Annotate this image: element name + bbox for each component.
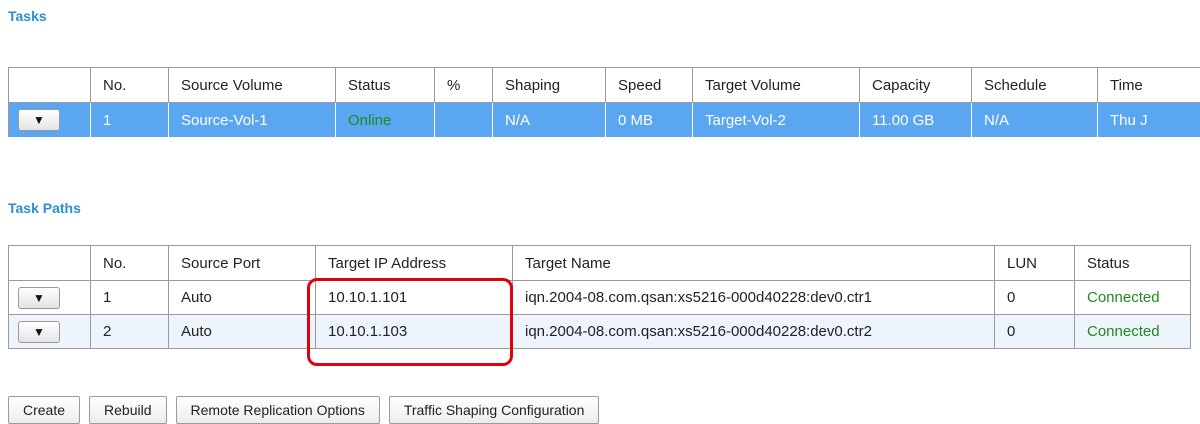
paths-col-source-port[interactable]: Source Port <box>168 245 316 281</box>
tasks-col-no[interactable]: No. <box>90 67 169 103</box>
tasks-col-status[interactable]: Status <box>335 67 435 103</box>
task-speed: 0 MB <box>605 102 693 138</box>
traffic-shaping-configuration-button[interactable]: Traffic Shaping Configuration <box>388 396 600 424</box>
path-target-name: iqn.2004-08.com.qsan:xs5216-000d40228:de… <box>512 314 995 349</box>
path-target-ip: 10.10.1.101 <box>315 280 513 315</box>
tasks-table: No. Source Volume Status % Shaping Speed… <box>8 67 1200 138</box>
remote-replication-options-button[interactable]: Remote Replication Options <box>175 396 380 424</box>
path-no: 1 <box>90 280 169 315</box>
task-percent <box>434 102 493 138</box>
rebuild-button[interactable]: Rebuild <box>89 396 167 424</box>
tasks-col-time[interactable]: Time <box>1097 67 1200 103</box>
row-menu-button[interactable]: ▼ <box>18 286 60 309</box>
triangle-down-icon: ▼ <box>33 324 45 339</box>
path-target-name: iqn.2004-08.com.qsan:xs5216-000d40228:de… <box>512 280 995 315</box>
table-row[interactable]: ▼ 2 Auto 10.10.1.103 iqn.2004-08.com.qsa… <box>8 314 1191 349</box>
tasks-col-capacity[interactable]: Capacity <box>859 67 972 103</box>
table-row[interactable]: ▼ 1 Source-Vol-1 Online N/A 0 MB Target-… <box>8 102 1200 138</box>
tasks-col-percent[interactable]: % <box>434 67 493 103</box>
tasks-section-title: Tasks <box>8 8 47 24</box>
paths-col-lun[interactable]: LUN <box>994 245 1075 281</box>
tasks-col-target-volume[interactable]: Target Volume <box>692 67 860 103</box>
triangle-down-icon: ▼ <box>33 113 45 127</box>
row-menu-button[interactable]: ▼ <box>18 320 60 343</box>
tasks-col-action <box>8 67 91 103</box>
tasks-col-schedule[interactable]: Schedule <box>971 67 1098 103</box>
paths-col-status[interactable]: Status <box>1074 245 1191 281</box>
table-row[interactable]: ▼ 1 Auto 10.10.1.101 iqn.2004-08.com.qsa… <box>8 280 1191 315</box>
tasks-col-source-volume[interactable]: Source Volume <box>168 67 336 103</box>
create-button[interactable]: Create <box>8 396 81 424</box>
tasks-col-speed[interactable]: Speed <box>605 67 693 103</box>
row-menu-button[interactable]: ▼ <box>18 109 60 131</box>
task-status: Online <box>335 102 435 138</box>
path-row-action-cell: ▼ <box>8 314 91 349</box>
path-target-ip: 10.10.1.103 <box>315 314 513 349</box>
path-status: Connected <box>1074 314 1191 349</box>
task-time: Thu J <box>1097 102 1200 138</box>
path-source-port: Auto <box>168 314 316 349</box>
task-schedule: N/A <box>971 102 1098 138</box>
path-lun: 0 <box>994 280 1075 315</box>
paths-col-target-name[interactable]: Target Name <box>512 245 995 281</box>
task-paths-table: No. Source Port Target IP Address Target… <box>8 245 1191 349</box>
task-no: 1 <box>90 102 169 138</box>
task-paths-section-title: Task Paths <box>8 200 81 216</box>
task-target-volume: Target-Vol-2 <box>692 102 860 138</box>
paths-header-row: No. Source Port Target IP Address Target… <box>8 245 1191 281</box>
triangle-down-icon: ▼ <box>33 290 45 305</box>
tasks-col-shaping[interactable]: Shaping <box>492 67 606 103</box>
path-no: 2 <box>90 314 169 349</box>
tasks-header-row: No. Source Volume Status % Shaping Speed… <box>8 67 1200 103</box>
paths-col-action <box>8 245 91 281</box>
task-source-volume: Source-Vol-1 <box>168 102 336 138</box>
path-source-port: Auto <box>168 280 316 315</box>
paths-col-no[interactable]: No. <box>90 245 169 281</box>
task-shaping: N/A <box>492 102 606 138</box>
paths-col-target-ip[interactable]: Target IP Address <box>315 245 513 281</box>
action-toolbar: Create Rebuild Remote Replication Option… <box>8 396 600 424</box>
path-lun: 0 <box>994 314 1075 349</box>
task-capacity: 11.00 GB <box>859 102 972 138</box>
path-status: Connected <box>1074 280 1191 315</box>
task-row-action-cell: ▼ <box>8 102 91 138</box>
path-row-action-cell: ▼ <box>8 280 91 315</box>
